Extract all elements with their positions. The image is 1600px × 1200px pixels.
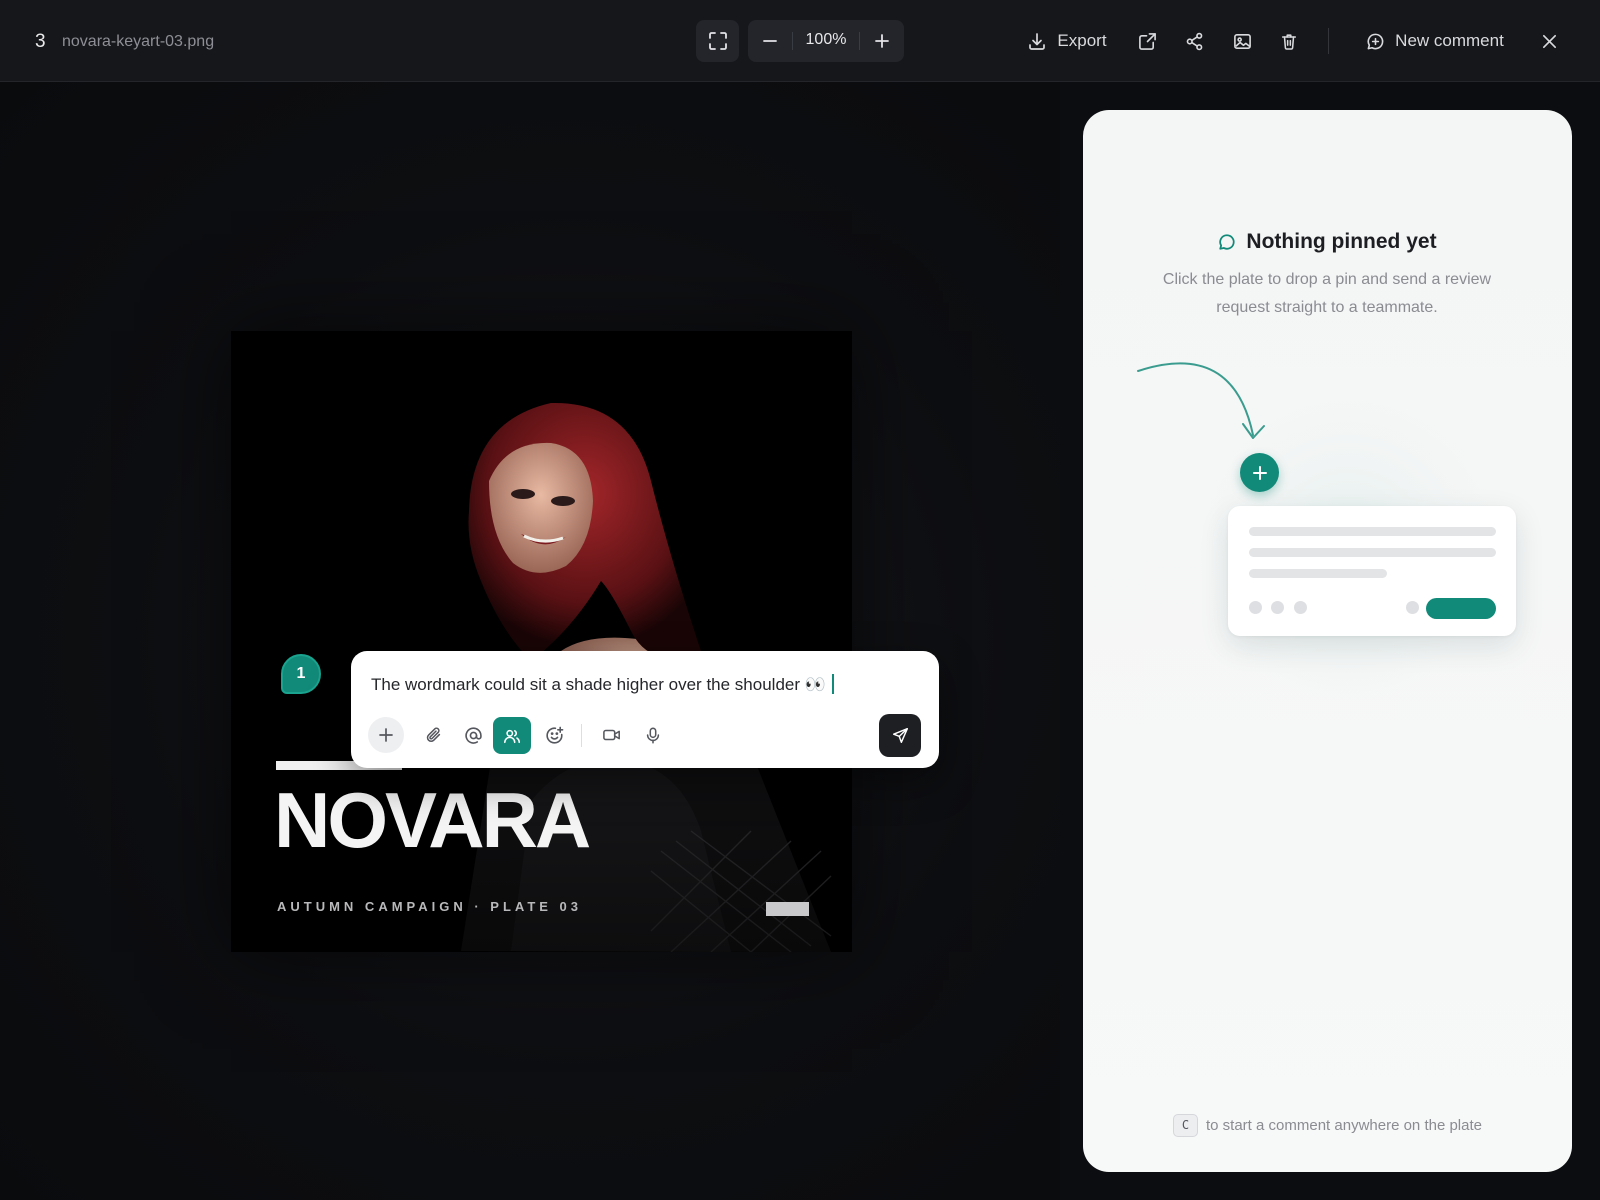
comment-add-icon [1367, 33, 1384, 49]
mention-icon [464, 726, 482, 744]
comment-text: The wordmark could sit a shade higher ov… [371, 675, 826, 694]
plus-icon [379, 728, 393, 742]
placeholder-dot [1406, 601, 1419, 614]
top-toolbar: 3 novara-keyart-03.png 100% Export New c… [0, 0, 1600, 82]
video-icon [603, 729, 620, 741]
image-button[interactable] [1224, 24, 1260, 58]
zoom-out-button[interactable] [748, 20, 792, 62]
new-comment-button[interactable]: New comment [1360, 24, 1510, 58]
open-external-icon [1138, 32, 1156, 50]
close-button[interactable] [1532, 24, 1566, 58]
delete-button[interactable] [1271, 24, 1307, 58]
toolbar-divider [1328, 28, 1329, 54]
placeholder-line [1249, 548, 1496, 557]
shortcut-key: C [1173, 1114, 1198, 1137]
close-icon [1542, 34, 1556, 48]
plate-subtitle: AUTUMN CAMPAIGN · PLATE 03 [277, 899, 583, 914]
placeholder-dot [1271, 601, 1284, 614]
wordmark: NOVARA [274, 776, 591, 864]
zoom-level: 100% [805, 31, 847, 48]
fit-screen-button[interactable] [696, 20, 739, 62]
placeholder-line [1249, 527, 1496, 536]
attach-button[interactable] [416, 717, 452, 753]
emoji-button[interactable] [536, 717, 572, 753]
comments-panel: Nothing pinned yet Click the plate to dr… [1083, 110, 1572, 1172]
plus-icon [1252, 465, 1267, 480]
trash-icon [1281, 33, 1297, 50]
export-button[interactable]: Export [1022, 24, 1112, 58]
mock-comment-card [1228, 506, 1516, 636]
file-count: 3 [35, 31, 46, 52]
assign-people-button[interactable] [493, 717, 531, 754]
attachment-icon [426, 727, 441, 743]
share-icon [1186, 32, 1202, 50]
plate-tag [766, 902, 809, 916]
shortcut-hint-text: to start a comment anywhere on the plate [1206, 1117, 1482, 1134]
comment-input[interactable]: The wordmark could sit a shade higher ov… [371, 674, 834, 695]
toolbar-divider [581, 724, 582, 747]
minus-icon [763, 40, 777, 42]
download-icon [1029, 33, 1046, 50]
placeholder-dot [1249, 601, 1262, 614]
share-button[interactable] [1176, 24, 1212, 58]
comment-pin[interactable]: 1 [281, 654, 321, 694]
people-icon [504, 729, 520, 743]
placeholder-button [1426, 598, 1496, 619]
zoom-in-button[interactable] [860, 20, 904, 62]
mic-icon [646, 727, 660, 743]
add-pin-illustration [1240, 453, 1279, 492]
file-name: novara-keyart-03.png [62, 33, 215, 50]
send-icon [892, 727, 908, 744]
text-caret [831, 674, 834, 694]
keyboard-hint: Cto start a comment anywhere on the plat… [1083, 1114, 1572, 1137]
plus-icon [875, 34, 889, 48]
voice-button[interactable] [635, 717, 671, 753]
add-button[interactable] [368, 717, 404, 753]
emoji-icon [545, 726, 563, 744]
new-comment-label: New comment [1395, 31, 1504, 50]
fit-screen-icon [708, 32, 727, 50]
image-icon [1233, 33, 1251, 49]
comment-composer: The wordmark could sit a shade higher ov… [351, 651, 939, 768]
video-button[interactable] [594, 717, 630, 753]
export-label: Export [1057, 31, 1107, 50]
artwork-plate[interactable]: NOVARA AUTUMN CAMPAIGN · PLATE 03 [231, 331, 852, 952]
send-button[interactable] [879, 714, 921, 757]
zoom-control: 100% [748, 20, 904, 62]
open-external-button[interactable] [1129, 24, 1165, 58]
placeholder-dot [1294, 601, 1307, 614]
mention-button[interactable] [455, 717, 491, 753]
placeholder-line [1249, 569, 1387, 578]
